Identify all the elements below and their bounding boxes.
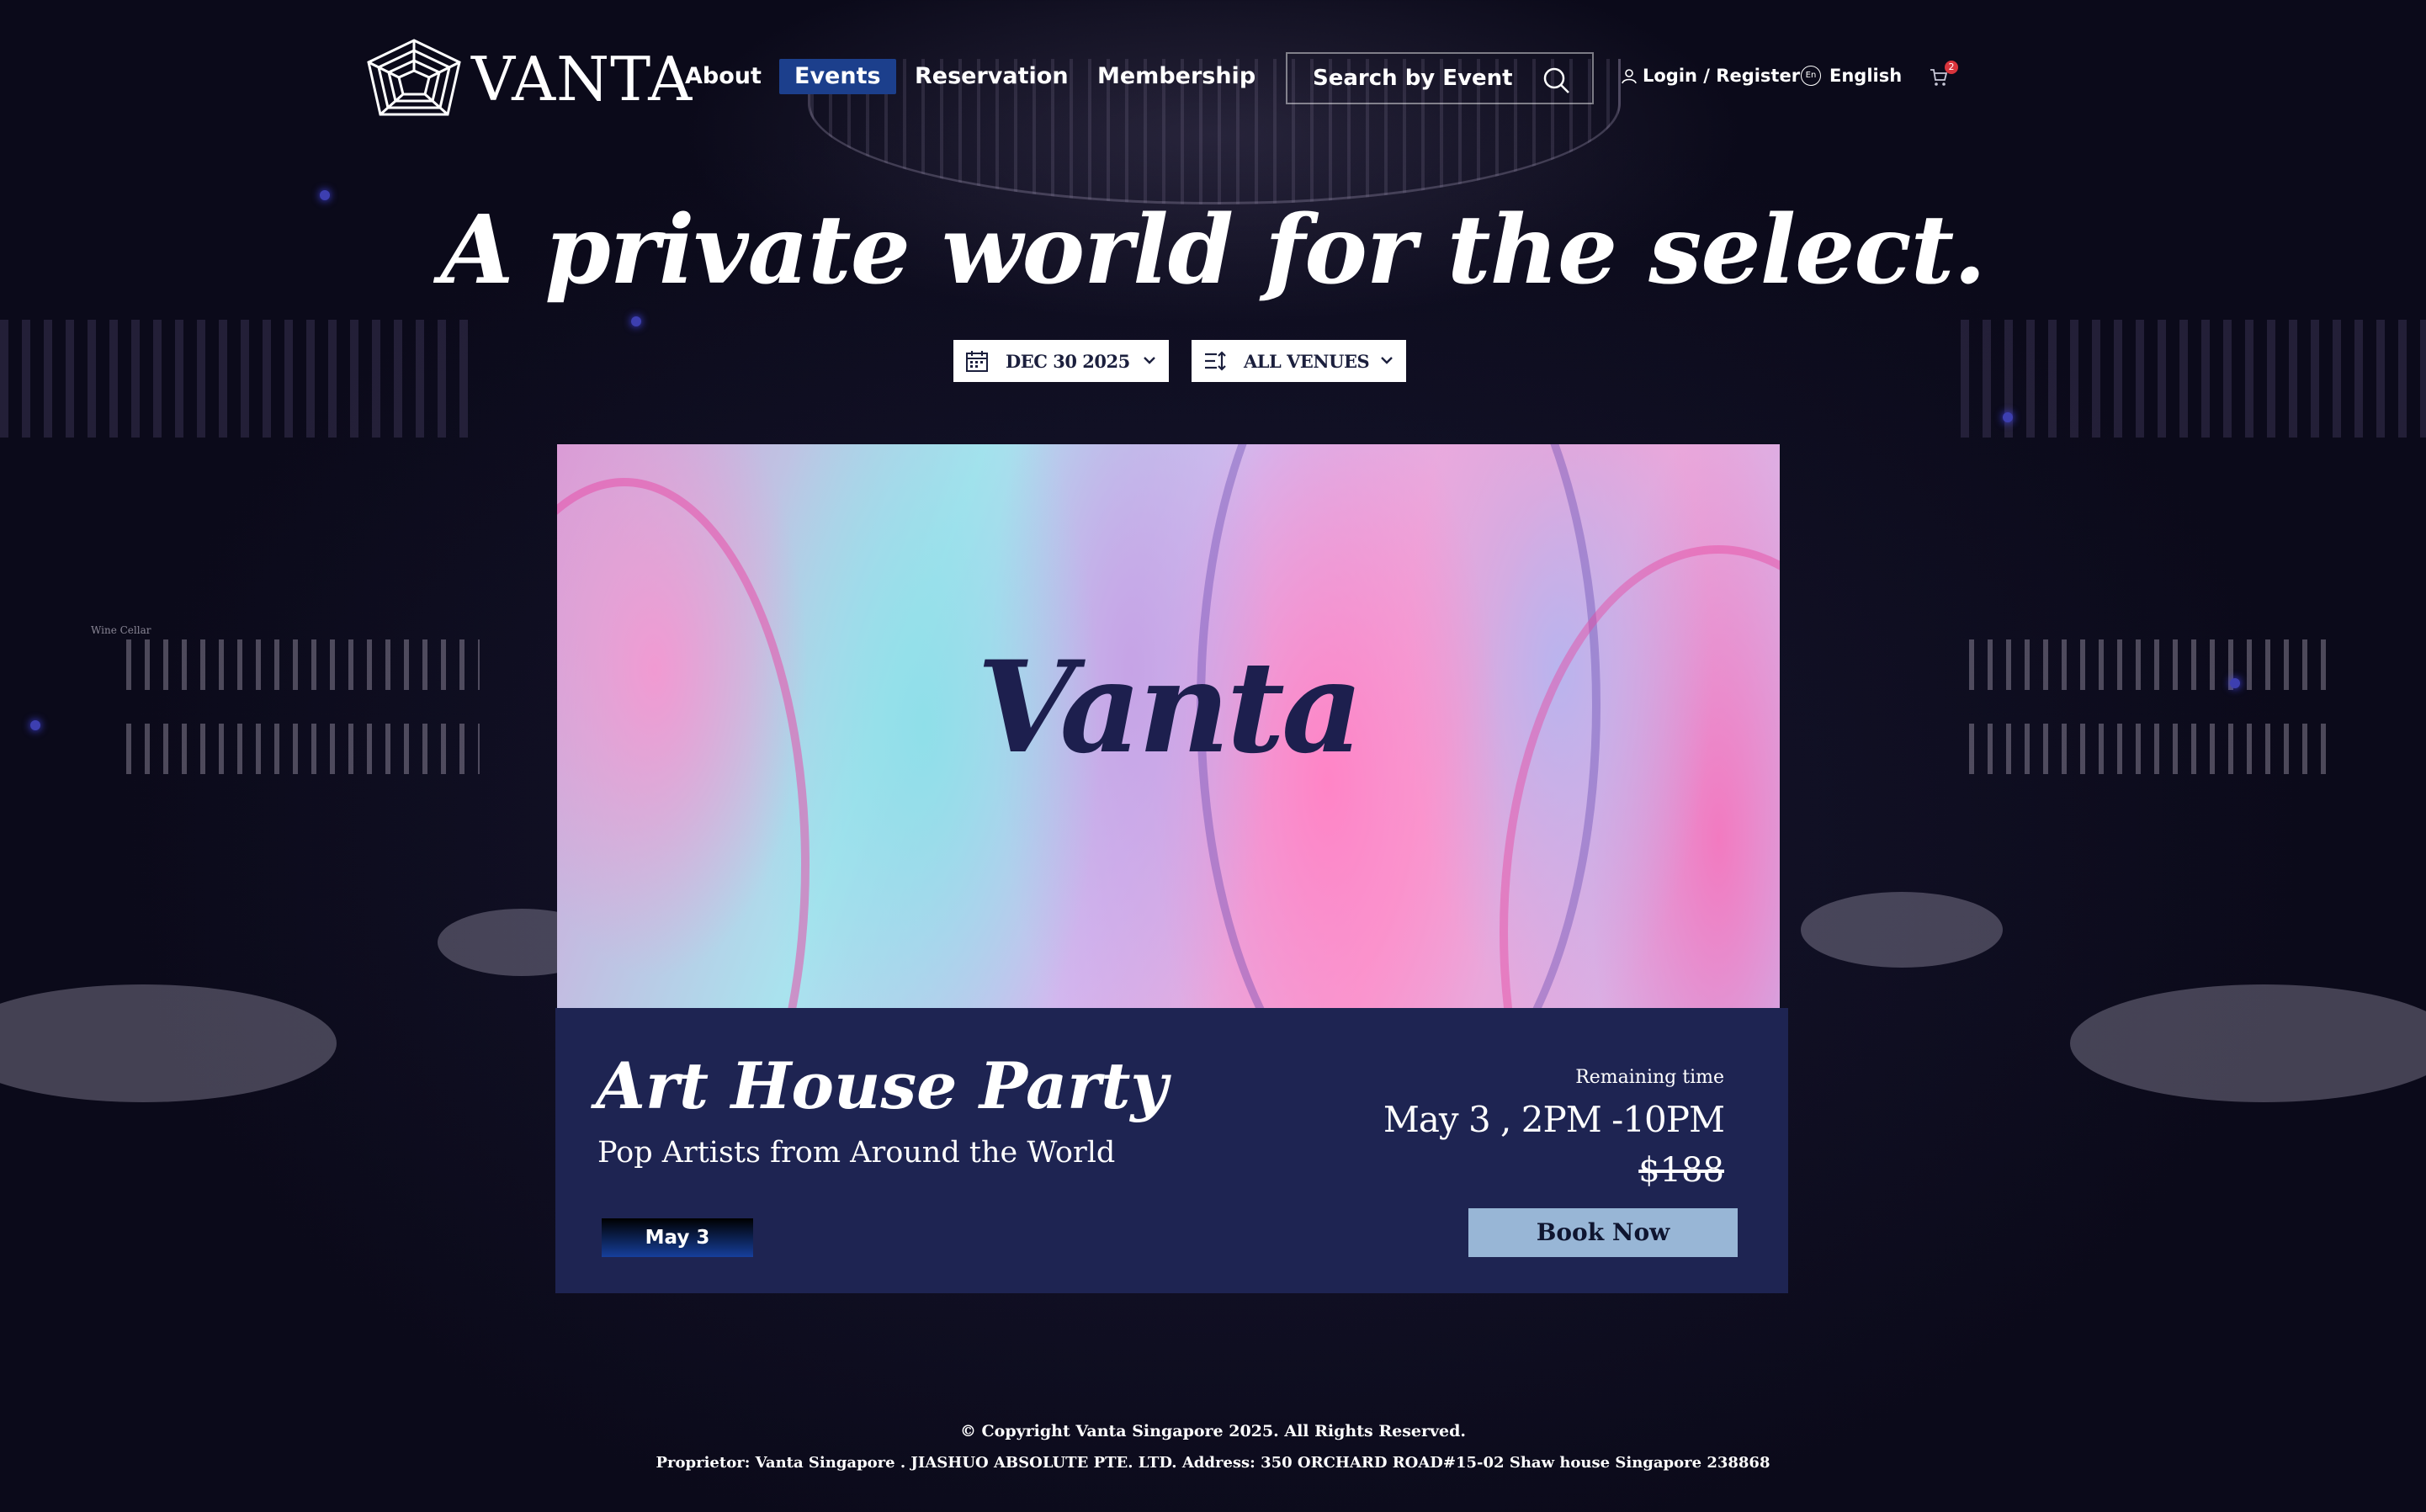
chevron-down-icon bbox=[1144, 357, 1155, 364]
logo-mark-icon bbox=[367, 39, 461, 116]
event-title[interactable]: Art House Party bbox=[596, 1048, 1168, 1123]
right-shelf-decoration bbox=[1961, 320, 2426, 438]
search-input-label: Search by Event bbox=[1313, 66, 1513, 91]
date-filter[interactable]: DEC 30 2025 bbox=[953, 340, 1169, 382]
nav-membership[interactable]: Membership bbox=[1097, 59, 1255, 94]
language-selector[interactable]: En English bbox=[1801, 66, 1902, 86]
nav-about[interactable]: About bbox=[685, 59, 762, 94]
wine-cellar-sign: Wine Cellar bbox=[91, 624, 151, 636]
globe-icon: En bbox=[1801, 66, 1821, 86]
sort-filter-icon bbox=[1205, 351, 1226, 371]
event-card: Art House Party Pop Artists from Around … bbox=[555, 1008, 1788, 1293]
hero-title: A private world for the select. bbox=[440, 195, 1987, 305]
footer-address: Proprietor: Vanta Singapore . JIASHUO AB… bbox=[656, 1454, 1770, 1472]
dining-table-decoration-4 bbox=[2070, 984, 2426, 1102]
book-now-button[interactable]: Book Now bbox=[1468, 1208, 1738, 1257]
event-banner-image[interactable]: Vanta bbox=[557, 444, 1780, 1008]
search-icon[interactable] bbox=[1542, 66, 1570, 94]
calendar-icon bbox=[966, 351, 988, 372]
left-shelf-decoration bbox=[0, 320, 471, 438]
right-bottles-decoration bbox=[1969, 639, 2339, 690]
dining-table-decoration-3 bbox=[1801, 892, 2003, 968]
chevron-down-icon bbox=[1381, 357, 1393, 364]
footer-copyright: © Copyright Vanta Singapore 2025. All Ri… bbox=[959, 1422, 1467, 1440]
event-date-tag: May 3 bbox=[602, 1218, 753, 1257]
right-bottles-decoration-2 bbox=[1969, 724, 2339, 774]
event-price: $188 bbox=[1638, 1151, 1724, 1190]
light-dot bbox=[30, 720, 40, 730]
language-label: English bbox=[1829, 66, 1903, 86]
nav-events[interactable]: Events bbox=[779, 59, 896, 94]
event-time: May 3 , 2PM -10PM bbox=[1383, 1099, 1725, 1140]
nav-reservation[interactable]: Reservation bbox=[915, 59, 1069, 94]
brand-logo[interactable]: VANTA bbox=[364, 37, 693, 121]
venue-filter[interactable]: ALL VENUES bbox=[1192, 340, 1406, 382]
light-dot bbox=[631, 316, 641, 326]
event-search[interactable]: Search by Event bbox=[1286, 52, 1594, 104]
left-bottles-decoration bbox=[126, 639, 480, 690]
login-register-label: Login / Register bbox=[1643, 66, 1801, 86]
brand-name: VANTA bbox=[471, 44, 693, 114]
user-icon bbox=[1622, 69, 1637, 84]
cart-count-badge: 2 bbox=[1945, 61, 1958, 74]
light-dot bbox=[2003, 412, 2013, 422]
date-filter-value: DEC 30 2025 bbox=[1006, 350, 1130, 372]
login-register-link[interactable]: Login / Register bbox=[1621, 66, 1800, 86]
banner-brand-text: Vanta bbox=[976, 634, 1363, 782]
event-subtitle: Pop Artists from Around the World bbox=[597, 1136, 1116, 1170]
venue-filter-value: ALL VENUES bbox=[1244, 350, 1370, 372]
light-dot bbox=[2230, 678, 2240, 688]
remaining-time-label: Remaining time bbox=[1575, 1067, 1724, 1088]
dining-table-decoration bbox=[0, 984, 337, 1102]
left-bottles-decoration-2 bbox=[126, 724, 480, 774]
